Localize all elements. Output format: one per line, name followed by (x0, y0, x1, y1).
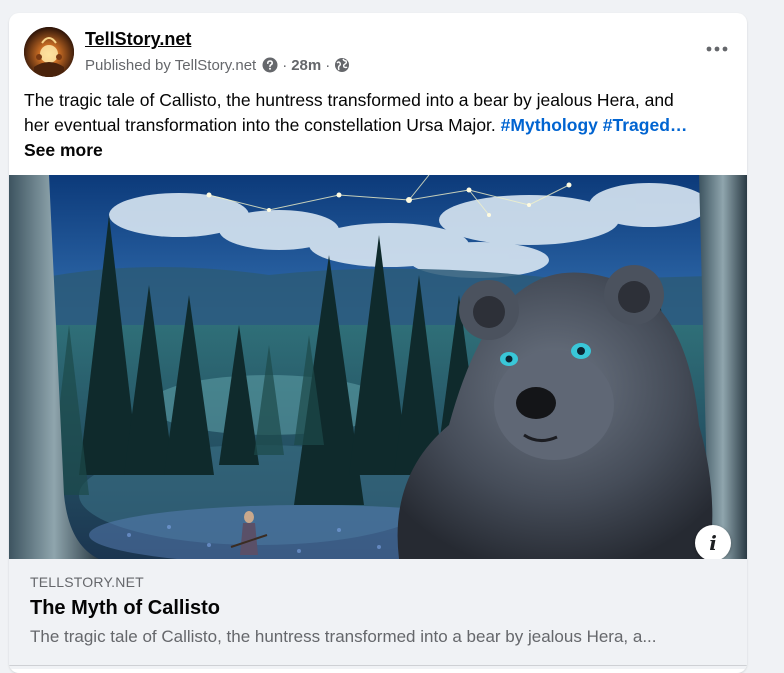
page-name-link[interactable]: TellStory.net (85, 29, 191, 50)
more-options-button[interactable] (703, 37, 731, 61)
meta-separator: · (325, 56, 331, 74)
more-horizontal-icon (706, 46, 728, 52)
post-header: TellStory.net Published by TellStory.net… (9, 13, 747, 91)
post-text-line: The tragic tale of Callisto, the huntres… (24, 90, 674, 110)
question-circle-icon[interactable] (262, 57, 278, 73)
post-text-fragment: her eventual transformation into the con… (24, 115, 496, 135)
info-icon: i (709, 531, 717, 555)
post-timestamp[interactable]: 28m (291, 57, 321, 74)
post-meta: Published by TellStory.net · 28m · (85, 56, 350, 74)
divider (9, 665, 747, 666)
avatar-image (24, 27, 74, 77)
published-by-text[interactable]: Published by TellStory.net (85, 57, 256, 74)
meta-separator: · (282, 56, 288, 74)
link-domain: TELLSTORY.NET (30, 574, 144, 590)
bear-forest-illustration (9, 175, 747, 559)
globe-icon[interactable] (334, 57, 350, 73)
see-more-link[interactable]: See more (24, 138, 103, 163)
post-image[interactable]: i (9, 175, 747, 559)
link-description: The tragic tale of Callisto, the huntres… (30, 627, 657, 646)
hashtag-link[interactable]: #Mythology (501, 115, 598, 135)
link-title[interactable]: The Myth of Callisto (30, 597, 220, 620)
post-message: The tragic tale of Callisto, the huntres… (24, 88, 739, 163)
post-card: TellStory.net Published by TellStory.net… (9, 13, 747, 673)
image-info-button[interactable]: i (695, 525, 731, 559)
post-text-line: her eventual transformation into the con… (24, 113, 739, 138)
avatar[interactable] (24, 27, 74, 77)
link-preview[interactable]: TELLSTORY.NET The Myth of Callisto The t… (9, 559, 747, 669)
hashtag-link[interactable]: #Traged… (603, 115, 688, 135)
